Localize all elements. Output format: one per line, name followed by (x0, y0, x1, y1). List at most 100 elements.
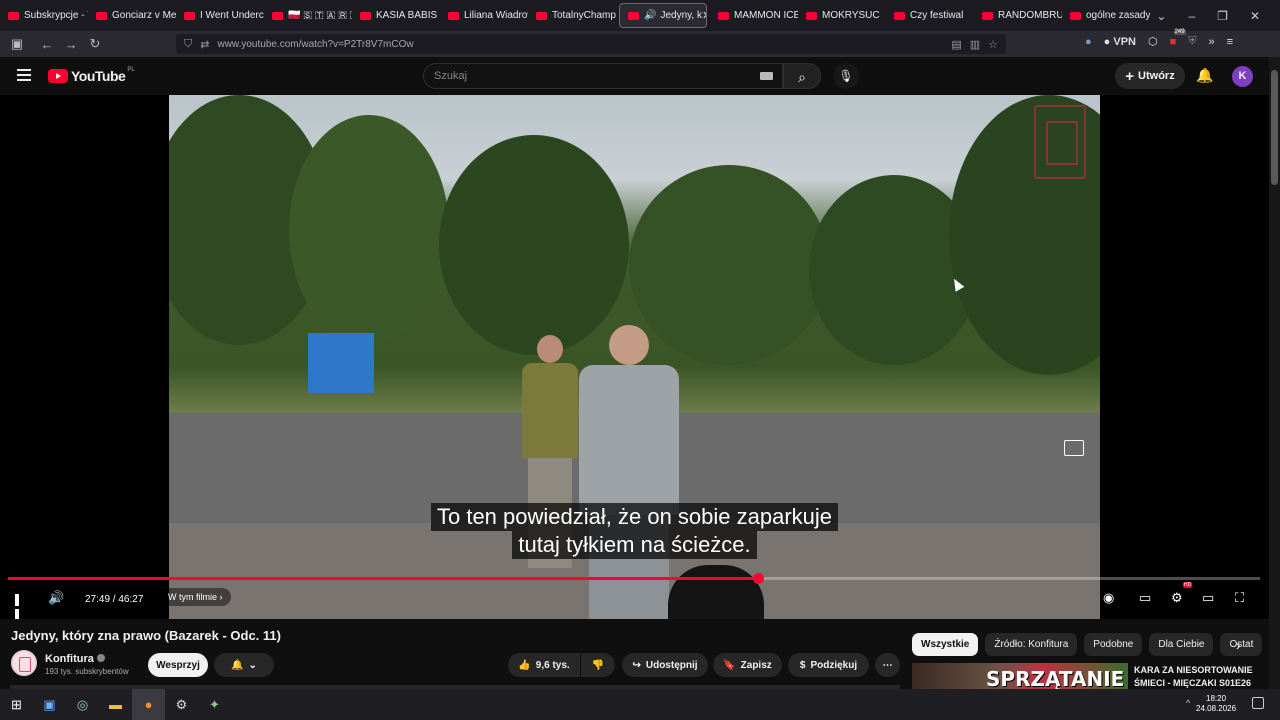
progress-scrubber[interactable] (752, 573, 764, 584)
like-button[interactable]: 👍 9,6 tys. (508, 653, 580, 677)
account-avatar[interactable]: K (1232, 66, 1253, 87)
like-count: 9,6 tys. (535, 659, 570, 671)
tray-chevron-icon[interactable]: ^ (1186, 698, 1190, 708)
browser-tab[interactable]: MAMMON ICEBE (710, 0, 798, 31)
more-actions-button[interactable]: ⋯ (875, 653, 900, 677)
taskbar-clock[interactable]: 18:20 24.08.2026 (1196, 694, 1236, 714)
support-button[interactable]: Wesprzyj (148, 653, 208, 677)
vpn-label: VPN (1113, 35, 1136, 48)
progress-bar[interactable] (8, 573, 1260, 584)
tab-favicon-icon (272, 11, 283, 20)
addon-badge-icon[interactable]: ■ 249 (1170, 28, 1186, 48)
miniplayer-icon[interactable] (1064, 440, 1084, 456)
share-label: Udostępnij (645, 659, 698, 671)
chips-next-chevron-icon[interactable]: › (1236, 637, 1241, 653)
tab-favicon-icon (360, 11, 371, 20)
video-player[interactable]: To ten powiedział, że on sobie zaparkuje… (0, 95, 1269, 621)
save-button[interactable]: 🔖 Zapisz (713, 653, 782, 677)
vpn-button[interactable]: ● VPN (1104, 36, 1136, 48)
channel-name[interactable]: Konfitura (45, 653, 105, 665)
scrollbar-thumb[interactable] (1271, 70, 1278, 185)
filter-chip[interactable]: Źródło: Konfitura (985, 633, 1078, 656)
browser-tab[interactable]: TotalnyChampio (528, 0, 616, 31)
page-scrollbar[interactable] (1269, 57, 1280, 689)
dislike-button[interactable]: 👎 (581, 653, 615, 677)
steam-icon[interactable]: ◎ (66, 689, 99, 720)
tab-close-icon[interactable]: ✕ (702, 9, 706, 22)
tab-label: TotalnyChampio (552, 10, 616, 21)
restore-icon[interactable]: ❐ (1217, 9, 1228, 23)
voice-search-button[interactable]: 🎙 (833, 63, 859, 89)
filter-chip[interactable]: Wszystkie (912, 633, 979, 656)
close-window-icon[interactable]: ✕ (1250, 9, 1260, 23)
search-button[interactable]: ⌕ (783, 63, 821, 89)
browser-tab[interactable]: Gonciarz v Mecir (88, 0, 176, 31)
settings-app-icon[interactable]: ⚙ (165, 689, 198, 720)
related-filter-chips: Wszystkie Źródło: Konfitura Podobne Dla Cie… (912, 633, 1263, 656)
browser-tab[interactable]: Czy festiwal (886, 0, 974, 31)
shield-icon[interactable]: ⛉ (184, 38, 192, 51)
windows-start-icon[interactable]: ⊞ (0, 689, 33, 720)
filter-chip[interactable]: Dla Ciebie (1149, 633, 1214, 656)
reload-icon[interactable]: ↻ (84, 36, 106, 52)
tab-list-chevron-icon[interactable]: ⌄ (1156, 9, 1166, 23)
address-bar[interactable]: ⛉ ⇄ www.youtube.com/watch?v=P2Tr8V7mCOw … (176, 34, 1006, 54)
chapters-button[interactable]: W tym filmie › (160, 588, 231, 606)
browser-tab[interactable]: 🇵🇱 🇸 🇹 🇦 🇷 🇸 (264, 0, 352, 31)
network-app-icon[interactable]: ✦ (198, 689, 231, 720)
settings-gear-icon[interactable]: ⚙ (1171, 590, 1183, 606)
browser-tab[interactable]: KASIA BABIS SZC (352, 0, 440, 31)
subscription-bell-button[interactable]: 🔔 ⌄ (214, 653, 274, 677)
thanks-button[interactable]: $ Podziękuj (788, 653, 869, 677)
picture-icon[interactable]: ▤ (951, 38, 961, 51)
keyboard-icon[interactable] (760, 72, 773, 80)
extension-icon[interactable]: ● (1085, 36, 1092, 48)
monitor-app-icon[interactable]: ▣ (33, 689, 66, 720)
extensions-icon[interactable]: ⬡ (1148, 35, 1158, 48)
browser-tab[interactable]: Subskrypcje - Yo (0, 0, 88, 31)
minimize-icon[interactable]: – (1188, 9, 1195, 23)
back-icon[interactable]: ← (36, 37, 58, 52)
youtube-logo[interactable]: YouTube PL (48, 67, 135, 84)
tab-audio-icon[interactable]: 🔊 (644, 10, 656, 21)
forward-icon[interactable]: → (60, 37, 82, 52)
browser-tab[interactable]: MOKRYSUC (798, 0, 886, 31)
file-explorer-icon[interactable]: ▬ (99, 689, 132, 720)
filter-chip[interactable]: Podobne (1084, 633, 1143, 656)
firefox-icon[interactable]: ● (132, 689, 165, 720)
channel-watermark-icon[interactable] (1034, 105, 1086, 179)
browser-tab[interactable]: ogólne zasady w (1062, 0, 1150, 31)
permissions-icon[interactable]: ⇄ (200, 38, 209, 51)
create-button[interactable]: + Utwórz (1115, 63, 1185, 89)
notifications-bell-icon[interactable]: 🔔 (1196, 67, 1213, 84)
reader-icon[interactable]: ▥ (970, 38, 980, 51)
tab-label: Czy festiwal (910, 10, 964, 21)
tab-label: MAMMON ICEBE (734, 10, 798, 21)
pause-icon[interactable] (15, 594, 27, 621)
tab-label: KASIA BABIS SZC (376, 10, 440, 21)
browser-tab[interactable]: Liliana Wiadrow (440, 0, 528, 31)
ublock-icon[interactable]: ⛨ (1188, 35, 1196, 48)
autoplay-toggle-icon[interactable]: ◉ (1103, 590, 1114, 606)
share-button[interactable]: ↪ Udostępnij (622, 653, 708, 677)
create-label: Utwórz (1138, 70, 1175, 82)
channel-avatar[interactable] (11, 650, 37, 676)
related-video-title[interactable]: KARA ZA NIESORTOWANIE ŚMIECI - MIĘCZAKI S… (1134, 664, 1264, 690)
browser-tab[interactable]: RANDOMBRUCE (974, 0, 1062, 31)
browser-tab[interactable]: 🔊 Jedyny, k✕ (619, 3, 707, 28)
sidebar-toggle-icon[interactable]: ▣ (6, 36, 28, 52)
notifications-icon[interactable] (1252, 697, 1264, 709)
overflow-chevron-icon[interactable]: » (1209, 36, 1215, 48)
browser-tab[interactable]: I Went Undercov (176, 0, 264, 31)
captions-icon[interactable]: ▭ (1139, 590, 1151, 606)
browser-toolbar: ▣ ← → ↻ ⛉ ⇄ www.youtube.com/watch?v=P2Tr… (0, 28, 1280, 57)
filter-chip[interactable]: Ostat (1220, 633, 1263, 656)
url-text: www.youtube.com/watch?v=P2Tr8V7mCOw (217, 38, 414, 50)
search-input[interactable]: Szukaj (423, 63, 783, 89)
volume-icon[interactable]: 🔊 (48, 590, 64, 606)
menu-icon[interactable]: ≡ (1227, 36, 1233, 48)
theater-mode-icon[interactable]: ▭ (1202, 590, 1214, 606)
bookmark-star-icon[interactable]: ☆ (988, 38, 998, 51)
hamburger-menu-icon[interactable] (17, 69, 31, 84)
fullscreen-icon[interactable]: ⛶ (1235, 590, 1244, 606)
